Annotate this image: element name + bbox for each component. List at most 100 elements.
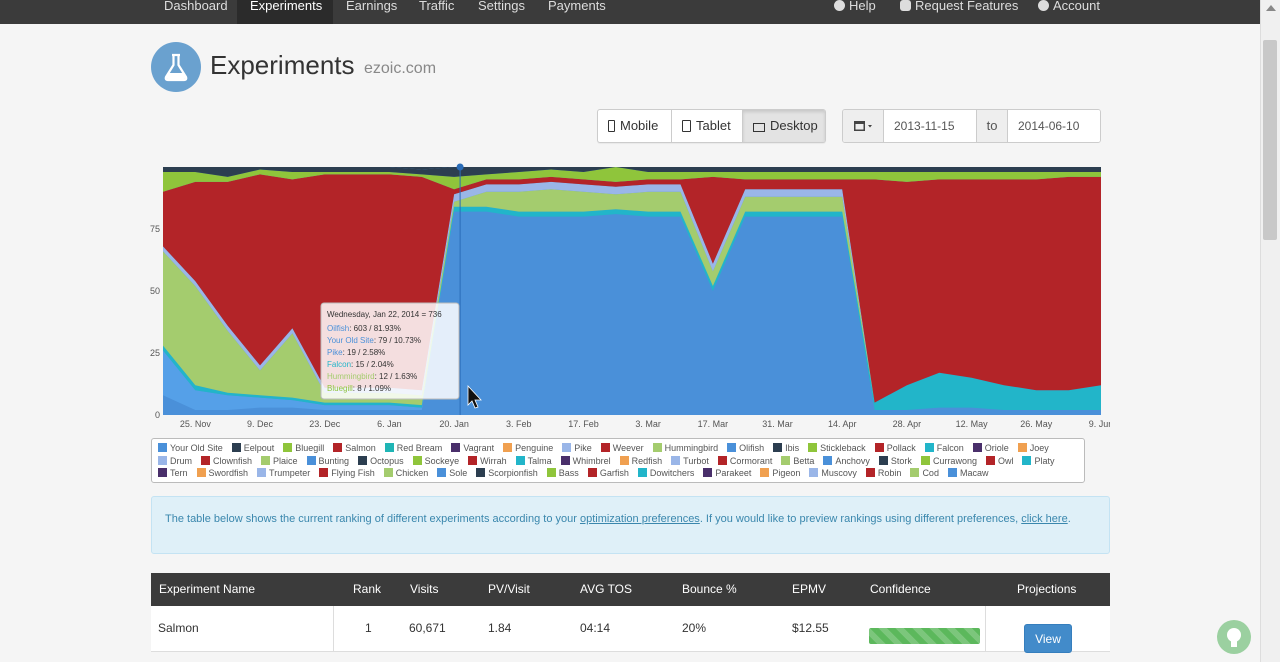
legend-item[interactable]: Hummingbird <box>652 442 718 454</box>
col-pv-visit[interactable]: PV/Visit <box>488 573 530 606</box>
legend-item[interactable]: Cod <box>910 467 939 479</box>
legend-item[interactable]: Salmon <box>333 442 376 454</box>
legend-swatch <box>231 443 241 452</box>
nav-settings[interactable]: Settings <box>465 0 538 24</box>
date-from-input[interactable] <box>884 110 976 142</box>
legend-item[interactable]: Octopus <box>358 455 404 467</box>
legend-item[interactable]: Your Old Site <box>158 442 223 454</box>
nav-earnings[interactable]: Earnings <box>333 0 410 24</box>
table-row[interactable]: Salmon 1 60,671 1.84 04:14 20% $12.55 Vi… <box>151 606 1110 653</box>
legend-item[interactable]: Pike <box>562 442 592 454</box>
legend-item[interactable]: Cormorant <box>717 455 772 467</box>
legend-item[interactable]: Joey <box>1017 442 1049 454</box>
legend-item[interactable]: Sockeye <box>412 455 459 467</box>
legend-item[interactable]: Macaw <box>947 467 988 479</box>
legend-item[interactable]: Parakeet <box>703 467 751 479</box>
legend-item[interactable]: Dowitchers <box>637 467 694 479</box>
legend-item[interactable]: Turbot <box>671 455 709 467</box>
legend-swatch <box>562 443 572 452</box>
legend-item[interactable]: Trumpeter <box>257 467 310 479</box>
legend-label: Swordfish <box>208 468 249 479</box>
col-avg-tos[interactable]: AVG TOS <box>580 573 632 606</box>
scrollbar-thumb[interactable] <box>1263 40 1277 240</box>
scroll-up-arrow-icon[interactable] <box>1266 5 1276 11</box>
legend-item[interactable]: Red Bream <box>384 442 442 454</box>
legend-item[interactable]: Pigeon <box>760 467 800 479</box>
legend-item[interactable]: Stickleback <box>808 442 866 454</box>
legend-swatch <box>727 443 737 452</box>
nav-traffic[interactable]: Traffic <box>406 0 467 24</box>
legend-item[interactable]: Owl <box>985 455 1013 467</box>
device-tablet-label: Tablet <box>696 118 731 133</box>
calendar-dropdown-button[interactable] <box>843 110 884 142</box>
legend-item[interactable]: Wirrah <box>468 455 507 467</box>
experiments-logo <box>151 42 201 92</box>
legend-item[interactable]: Penguine <box>503 442 553 454</box>
legend-item[interactable]: Scorpionfish <box>476 467 538 479</box>
legend-item[interactable]: Weever <box>600 442 644 454</box>
nav-dashboard[interactable]: Dashboard <box>151 0 241 24</box>
legend-item[interactable]: Tern <box>158 467 188 479</box>
legend-item[interactable]: Oriole <box>972 442 1009 454</box>
chat-widget[interactable] <box>1217 620 1251 654</box>
click-here-link[interactable]: click here <box>1021 513 1067 525</box>
nav-account[interactable]: Account <box>1038 0 1100 12</box>
legend-item[interactable]: Betta <box>781 455 814 467</box>
legend-item[interactable]: Ibis <box>773 442 799 454</box>
legend-swatch <box>637 468 647 478</box>
legend-swatch <box>874 443 884 452</box>
view-projections-button[interactable]: View <box>1024 624 1072 653</box>
legend-item[interactable]: Pollack <box>874 442 916 454</box>
legend-item[interactable]: Garfish <box>587 467 629 479</box>
legend-item[interactable]: Stork <box>878 455 912 467</box>
device-tablet-button[interactable]: Tablet <box>672 110 743 142</box>
date-to-input[interactable] <box>1008 110 1100 142</box>
col-epmv[interactable]: EPMV <box>792 573 826 606</box>
nav-request-features[interactable]: Request Features <box>900 0 1018 12</box>
legend-item[interactable]: Bass <box>546 467 579 479</box>
col-bounce[interactable]: Bounce % <box>682 573 737 606</box>
tooltip-series-name: Bluegill <box>327 384 353 393</box>
legend-label: Pollack <box>886 443 916 453</box>
legend-item[interactable]: Bunting <box>306 455 349 467</box>
legend-item[interactable]: Swordfish <box>196 467 249 479</box>
legend-item[interactable]: Chicken <box>383 467 428 479</box>
legend-item[interactable]: Redfish <box>619 455 662 467</box>
col-projections[interactable]: Projections <box>1017 573 1076 606</box>
legend-item[interactable]: Clownfish <box>201 455 252 467</box>
legend-swatch <box>201 455 210 465</box>
optimization-preferences-link[interactable]: optimization preferences <box>580 513 700 525</box>
nav-experiments[interactable]: Experiments <box>237 0 333 24</box>
device-mobile-button[interactable]: Mobile <box>598 110 672 142</box>
legend-item[interactable]: Vagrant <box>451 442 494 454</box>
legend-item[interactable]: Falcon <box>924 442 964 454</box>
legend-item[interactable]: Talma <box>515 455 552 467</box>
page-scrollbar[interactable] <box>1260 0 1280 662</box>
col-visits[interactable]: Visits <box>410 573 438 606</box>
legend-item[interactable]: Robin <box>865 467 901 479</box>
legend-item[interactable]: Sole <box>437 467 467 479</box>
legend-item[interactable]: Whimbrel <box>560 455 611 467</box>
legend-item[interactable]: Platy <box>1022 455 1054 467</box>
col-experiment-name[interactable]: Experiment Name <box>159 573 255 606</box>
nav-payments[interactable]: Payments <box>535 0 619 24</box>
legend-label: Stork <box>890 455 912 466</box>
legend-swatch <box>476 468 486 478</box>
legend-item[interactable]: Eelpout <box>231 442 274 454</box>
legend-label: Trumpeter <box>269 468 311 479</box>
legend-item[interactable]: Bluegill <box>283 442 324 454</box>
device-desktop-button[interactable]: Desktop <box>743 110 825 142</box>
col-rank[interactable]: Rank <box>353 573 381 606</box>
legend-item[interactable]: Flying Fish <box>319 467 375 479</box>
nav-help[interactable]: Help <box>834 0 876 12</box>
legend-item[interactable]: Muscovy <box>809 467 857 479</box>
legend-item[interactable]: Olifish <box>727 442 764 454</box>
legend-item[interactable]: Currawong <box>920 455 977 467</box>
experiments-area-chart[interactable]: 0 25 50 75 25. Nov 9. Dec 23. Dec 6. Jan 20. Jan… <box>0 150 1110 435</box>
col-confidence[interactable]: Confidence <box>870 573 931 606</box>
legend-item[interactable]: Plaice <box>261 455 298 467</box>
legend-item[interactable]: Drum <box>158 455 192 467</box>
nav-account-label: Account <box>1053 0 1100 13</box>
legend-item[interactable]: Anchovy <box>823 455 870 467</box>
tooltip-series-value: : 12 / 1.63% <box>375 372 418 381</box>
